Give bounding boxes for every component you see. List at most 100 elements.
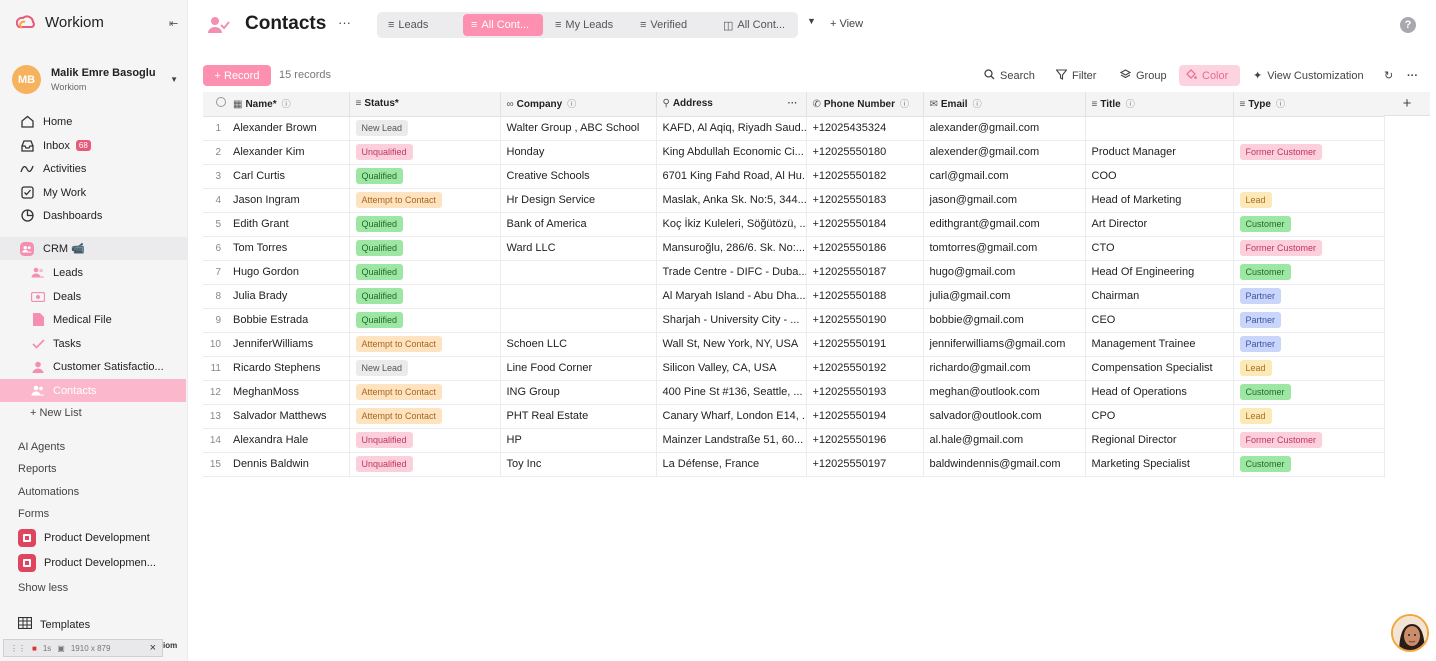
type-cell[interactable] — [1233, 164, 1385, 189]
email-cell[interactable]: al.hale@gmail.com — [923, 428, 1086, 453]
camera-icon[interactable]: ▣ — [57, 644, 65, 653]
collapse-sidebar-icon[interactable]: ⇤ — [169, 17, 178, 30]
row-number[interactable]: 4 — [203, 188, 229, 213]
help-icon[interactable]: ? — [1400, 17, 1416, 33]
address-cell[interactable]: Al Maryah Island - Abu Dha... — [656, 284, 807, 309]
email-cell[interactable]: tomtorres@gmail.com — [923, 236, 1086, 261]
type-cell[interactable]: Partner — [1233, 332, 1385, 357]
table-row[interactable]: 14 Alexandra Hale Unqualified HP Mainzer Lan… — [203, 428, 1385, 453]
info-icon[interactable]: ⓘ — [1126, 99, 1135, 109]
type-cell[interactable]: Customer — [1233, 452, 1385, 477]
table-row[interactable]: 15 Dennis Baldwin Unqualified Toy Inc La Déf… — [203, 452, 1385, 477]
phone-cell[interactable]: +12025550188 — [806, 284, 924, 309]
user-profile[interactable]: MB Malik Emre Basoglu Workiom ▼ — [12, 65, 182, 94]
company-cell[interactable]: Hr Design Service — [500, 188, 657, 213]
show-less-link[interactable]: Show less — [18, 582, 68, 594]
row-number[interactable]: 5 — [203, 212, 229, 237]
status-cell[interactable]: Qualified — [349, 308, 501, 333]
name-cell[interactable]: Salvador Matthews — [229, 404, 350, 429]
sidebar-item-home[interactable]: Home — [0, 110, 188, 133]
address-cell[interactable]: Wall St, New York, NY, USA — [656, 332, 807, 357]
view-customization-button[interactable]: ✦ View Customization — [1247, 65, 1370, 86]
address-cell[interactable]: KAFD, Al Aqiq, Riyadh Saud... — [656, 116, 807, 141]
info-icon[interactable]: ⓘ — [282, 99, 291, 109]
title-cell[interactable]: Head of Marketing — [1085, 188, 1234, 213]
tab-leads[interactable]: ≡ Leads — [380, 14, 460, 36]
status-cell[interactable]: Unqualified — [349, 452, 501, 477]
email-cell[interactable]: richardo@gmail.com — [923, 356, 1086, 381]
color-button[interactable]: Color — [1179, 65, 1240, 86]
sidebar-item-automations[interactable]: Automations — [18, 486, 79, 498]
phone-cell[interactable]: +12025550182 — [806, 164, 924, 189]
type-cell[interactable]: Lead — [1233, 404, 1385, 429]
email-cell[interactable]: alexander@gmail.com — [923, 116, 1086, 141]
status-cell[interactable]: Attempt to Contact — [349, 404, 501, 429]
new-list-link[interactable]: + New List — [30, 407, 82, 419]
company-cell[interactable]: Bank of America — [500, 212, 657, 237]
table-row[interactable]: 9 Bobbie Estrada Qualified Sharjah - Univer… — [203, 308, 1385, 333]
sidebar-item-reports[interactable]: Reports — [18, 463, 57, 475]
company-cell[interactable]: Line Food Corner — [500, 356, 657, 381]
sidebar-item-tasks[interactable]: Tasks — [0, 332, 188, 355]
name-cell[interactable]: Alexandra Hale — [229, 428, 350, 453]
status-cell[interactable]: Qualified — [349, 212, 501, 237]
phone-cell[interactable]: +12025550197 — [806, 452, 924, 477]
status-cell[interactable]: New Lead — [349, 116, 501, 141]
company-cell[interactable]: Schoen LLC — [500, 332, 657, 357]
row-number[interactable]: 8 — [203, 284, 229, 309]
table-row[interactable]: 5 Edith Grant Qualified Bank of America Koç … — [203, 212, 1385, 237]
address-cell[interactable]: Maslak, Anka Sk. No:5, 344... — [656, 188, 807, 213]
form-item[interactable]: Product Developmen... — [18, 554, 156, 572]
sidebar-item-templates[interactable]: Templates — [17, 616, 90, 632]
sidebar-item-crm[interactable]: CRM 📹 — [0, 237, 188, 260]
name-cell[interactable]: Jason Ingram — [229, 188, 350, 213]
chevron-down-icon[interactable]: ▼ — [170, 75, 178, 84]
sidebar-item-customer-satisfaction[interactable]: Customer Satisfactio... — [0, 355, 188, 378]
type-cell[interactable]: Former Customer — [1233, 428, 1385, 453]
sidebar-item-forms[interactable]: Forms — [18, 508, 49, 520]
status-cell[interactable]: New Lead — [349, 356, 501, 381]
sidebar-item-leads[interactable]: Leads — [0, 261, 188, 284]
name-cell[interactable]: Edith Grant — [229, 212, 350, 237]
status-cell[interactable]: Qualified — [349, 236, 501, 261]
table-row[interactable]: 10 JenniferWilliams Attempt to Contact Scho… — [203, 332, 1385, 357]
address-cell[interactable]: Trade Centre - DIFC - Duba... — [656, 260, 807, 285]
sidebar-item-ai-agents[interactable]: AI Agents — [18, 441, 65, 453]
phone-cell[interactable]: +12025550191 — [806, 332, 924, 357]
column-header-status[interactable]: ≡ Status* — [349, 92, 501, 117]
tab-all-contacts[interactable]: ≡ All Cont... — [463, 14, 543, 36]
title-cell[interactable]: Marketing Specialist — [1085, 452, 1234, 477]
row-number[interactable]: 12 — [203, 380, 229, 405]
sidebar-item-my-work[interactable]: My Work — [0, 181, 188, 204]
info-icon[interactable]: ⓘ — [973, 99, 982, 109]
sidebar-item-dashboards[interactable]: Dashboards — [0, 204, 188, 227]
company-cell[interactable]: Ward LLC — [500, 236, 657, 261]
tab-my-leads[interactable]: ≡ My Leads — [547, 14, 629, 36]
form-item[interactable]: Product Development — [18, 529, 150, 547]
phone-cell[interactable]: +12025435324 — [806, 116, 924, 141]
phone-cell[interactable]: +12025550187 — [806, 260, 924, 285]
phone-cell[interactable]: +12025550184 — [806, 212, 924, 237]
name-cell[interactable]: Bobbie Estrada — [229, 308, 350, 333]
status-cell[interactable]: Attempt to Contact — [349, 332, 501, 357]
table-row[interactable]: 3 Carl Curtis Qualified Creative Schools 670… — [203, 164, 1385, 189]
name-cell[interactable]: MeghanMoss — [229, 380, 350, 405]
column-header-type[interactable]: ≡ Type ⓘ — [1233, 92, 1385, 117]
table-row[interactable]: 11 Ricardo Stephens New Lead Line Food Corn… — [203, 356, 1385, 381]
phone-cell[interactable]: +12025550180 — [806, 140, 924, 165]
title-cell[interactable] — [1085, 116, 1234, 141]
email-cell[interactable]: meghan@outlook.com — [923, 380, 1086, 405]
company-cell[interactable]: Toy Inc — [500, 452, 657, 477]
table-row[interactable]: 1 Alexander Brown New Lead Walter Group , A… — [203, 116, 1385, 141]
type-cell[interactable]: Customer — [1233, 212, 1385, 237]
name-cell[interactable]: Julia Brady — [229, 284, 350, 309]
column-menu-icon[interactable]: ··· — [788, 98, 798, 109]
table-row[interactable]: 12 MeghanMoss Attempt to Contact ING Group 4… — [203, 380, 1385, 405]
type-cell[interactable]: Former Customer — [1233, 236, 1385, 261]
name-cell[interactable]: Hugo Gordon — [229, 260, 350, 285]
address-cell[interactable]: Mainzer Landstraße 51, 60... — [656, 428, 807, 453]
group-button[interactable]: Group — [1114, 65, 1173, 86]
tab-all-contacts-board[interactable]: ◫ All Cont... — [715, 14, 795, 36]
row-number[interactable]: 10 — [203, 332, 229, 357]
title-cell[interactable]: COO — [1085, 164, 1234, 189]
